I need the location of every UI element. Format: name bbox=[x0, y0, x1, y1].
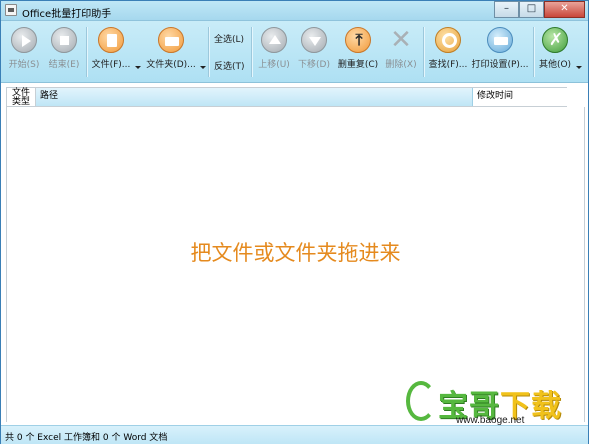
x-icon bbox=[388, 25, 414, 55]
arrow-down-icon bbox=[301, 27, 327, 53]
move-down-label: 下移(D) bbox=[298, 60, 330, 70]
drop-hint-text: 把文件或文件夹拖进来 bbox=[190, 241, 401, 265]
move-down-button[interactable]: 下移(D) bbox=[296, 27, 332, 70]
maximize-button[interactable]: □ bbox=[519, 1, 544, 18]
print-settings-button[interactable]: 打印设置(P)... bbox=[471, 27, 529, 70]
printer-icon bbox=[487, 27, 513, 53]
start-label: 开始(S) bbox=[8, 60, 40, 70]
select-all-button[interactable]: 全选(L) bbox=[214, 32, 244, 45]
status-bar: 共 0 个 Excel 工作簿和 0 个 Word 文档 bbox=[1, 425, 588, 444]
delete-label: 删除(X) bbox=[385, 60, 417, 70]
toolbar-separator bbox=[208, 27, 209, 77]
merge-icon bbox=[345, 27, 372, 53]
move-up-button[interactable]: 上移(U) bbox=[256, 27, 292, 70]
minimize-button[interactable]: – bbox=[494, 1, 519, 18]
window-controls: – □ ✕ bbox=[494, 1, 585, 18]
arrow-up-icon bbox=[261, 27, 287, 53]
find-label: 查找(F)... bbox=[428, 60, 468, 70]
close-button[interactable]: ✕ bbox=[544, 1, 585, 18]
start-button[interactable]: 开始(S) bbox=[7, 27, 41, 70]
end-label: 结束(E) bbox=[48, 60, 80, 70]
other-label: 其他(O) bbox=[538, 60, 572, 70]
folder-label: 文件夹(D)... bbox=[146, 60, 196, 70]
folder-button[interactable]: 文件夹(D)... bbox=[145, 27, 197, 70]
move-up-label: 上移(U) bbox=[258, 60, 290, 70]
folder-icon bbox=[158, 27, 184, 53]
column-type-line2: 类型 bbox=[11, 97, 30, 107]
file-list-header: 文件 类型 路径 修改时间 bbox=[6, 87, 567, 107]
end-button[interactable]: 结束(E) bbox=[47, 27, 81, 70]
tools-icon bbox=[542, 27, 569, 53]
toolbar-separator bbox=[533, 27, 534, 77]
window-title: Office批量打印助手 bbox=[22, 9, 112, 20]
status-text: 共 0 个 Excel 工作簿和 0 个 Word 文档 bbox=[5, 433, 168, 443]
print-settings-label: 打印设置(P)... bbox=[471, 60, 529, 70]
app-icon bbox=[5, 4, 17, 16]
delete-button[interactable]: 删除(X) bbox=[383, 25, 419, 70]
other-button[interactable]: 其他(O) bbox=[537, 27, 573, 70]
column-header-path[interactable]: 路径 bbox=[36, 88, 473, 106]
watermark-logo-icon bbox=[406, 381, 436, 421]
toolbar-separator bbox=[251, 27, 252, 77]
play-icon bbox=[11, 27, 37, 53]
toolbar-separator bbox=[423, 27, 424, 77]
other-dropdown-icon[interactable] bbox=[576, 66, 582, 69]
folder-dropdown-icon[interactable] bbox=[200, 66, 206, 69]
document-icon bbox=[98, 27, 124, 53]
dedupe-button[interactable]: 删重复(C) bbox=[336, 27, 380, 70]
watermark: 宝哥下载 www.baoge.net bbox=[404, 379, 584, 429]
title-bar[interactable]: Office批量打印助手 – □ ✕ bbox=[1, 1, 588, 21]
app-window: Office批量打印助手 – □ ✕ 开始(S) 结束(E) 文件(F)... … bbox=[0, 0, 589, 444]
toolbar-separator bbox=[86, 27, 87, 77]
column-header-mtime[interactable]: 修改时间 bbox=[473, 88, 567, 106]
dedupe-label: 删重复(C) bbox=[337, 60, 379, 70]
invert-selection-button[interactable]: 反选(T) bbox=[214, 59, 245, 72]
file-dropdown-icon[interactable] bbox=[135, 66, 141, 69]
file-label: 文件(F)... bbox=[91, 60, 131, 70]
file-button[interactable]: 文件(F)... bbox=[90, 27, 132, 70]
column-header-type[interactable]: 文件 类型 bbox=[7, 88, 36, 107]
toolbar: 开始(S) 结束(E) 文件(F)... 文件夹(D)... 全选(L) 反选(… bbox=[1, 21, 588, 83]
magnifier-icon bbox=[435, 27, 461, 53]
stop-icon bbox=[51, 27, 77, 53]
find-button[interactable]: 查找(F)... bbox=[426, 27, 470, 70]
